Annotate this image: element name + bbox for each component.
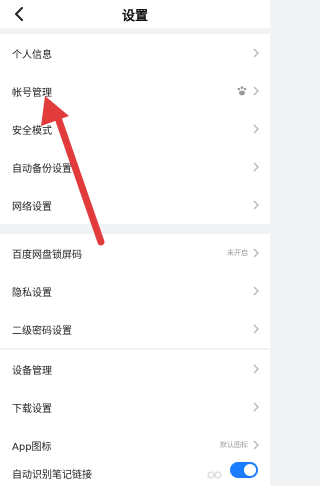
row-label: 自动备份设置 [12,163,72,175]
chevron-right-icon [253,200,259,210]
settings-group-account: 个人信息 帐号管理 安全模式 自动备份设置 网络设置 [0,34,270,224]
row-label: 帐号管理 [12,87,52,99]
chevron-right-icon [253,440,259,450]
paw-icon [237,86,247,96]
chevron-right-icon [253,86,259,96]
row-label: 隐私设置 [12,287,52,299]
settings-row-auto-detect-note-link: 自动识别笔记链接 [0,462,270,486]
toggle-knob [244,464,256,476]
settings-row-account-management[interactable]: 帐号管理 [0,72,270,110]
row-value: 默认图标 [220,441,248,449]
chevron-right-icon [253,248,259,258]
chevron-right-icon [253,402,259,412]
chevron-right-icon [253,364,259,374]
settings-group-privacy: 百度网盘锁屏码 未开启 隐私设置 二级密码设置 [0,234,270,348]
settings-row-privacy[interactable]: 隐私设置 [0,272,270,310]
top-bar: 设置 [0,0,270,28]
row-label: 自动识别笔记链接 [12,470,92,481]
settings-row-auto-backup[interactable]: 自动备份设置 [0,148,270,186]
row-label: 个人信息 [12,49,52,61]
chevron-right-icon [253,286,259,296]
row-label: 网络设置 [12,201,52,213]
row-label: 设备管理 [12,365,52,377]
settings-row-app-icon[interactable]: App图标 默认图标 [0,426,270,464]
row-label: 二级密码设置 [12,325,72,337]
back-chevron-icon[interactable] [12,5,26,23]
settings-row-network[interactable]: 网络设置 [0,186,270,224]
row-value: 未开启 [227,249,248,257]
settings-row-safe-mode[interactable]: 安全模式 [0,110,270,148]
auto-detect-toggle[interactable] [230,462,258,478]
page-title: 设置 [121,8,148,24]
chevron-right-icon [253,324,259,334]
row-label: 安全模式 [12,125,52,137]
settings-row-personal-info[interactable]: 个人信息 [0,34,270,72]
settings-row-device-management[interactable]: 设备管理 [0,350,270,388]
row-label: App图标 [12,441,52,453]
chevron-right-icon [253,48,259,58]
chevron-right-icon [253,124,259,134]
link-icon [207,471,222,479]
settings-group-device: 设备管理 下载设置 App图标 默认图标 自动识别笔记链接 [0,350,270,486]
settings-row-second-password[interactable]: 二级密码设置 [0,310,270,348]
settings-row-download[interactable]: 下载设置 [0,388,270,426]
chevron-right-icon [253,162,259,172]
row-label: 百度网盘锁屏码 [12,249,82,261]
settings-row-lock-screen-code[interactable]: 百度网盘锁屏码 未开启 [0,234,270,272]
row-label: 下载设置 [12,403,52,415]
